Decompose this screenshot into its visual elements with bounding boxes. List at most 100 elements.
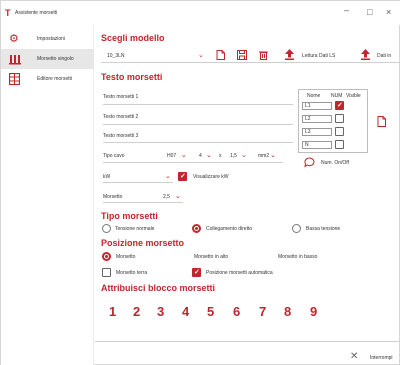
table-header: NUM — [331, 93, 343, 99]
chevron-down-icon[interactable]: ⌄ — [165, 173, 171, 180]
divider — [103, 162, 283, 163]
type-radio-label: Bassa tensione — [306, 226, 341, 232]
table-row-name[interactable]: L1 — [302, 102, 332, 110]
table-row-checkbox[interactable] — [335, 127, 344, 136]
block-number-button[interactable]: 7 — [259, 304, 266, 319]
table-row-checkbox[interactable] — [335, 140, 344, 149]
table-row-name[interactable]: N — [302, 141, 332, 149]
block-number-button[interactable]: 1 — [109, 304, 116, 319]
chevron-down-icon[interactable]: ⌄ — [181, 152, 187, 159]
minimize-button[interactable]: – — [344, 5, 349, 15]
input-underline — [103, 142, 293, 143]
chevron-down-icon[interactable]: ⌄ — [241, 152, 247, 159]
upload-icon[interactable] — [361, 49, 370, 62]
cable-section-select[interactable]: 1,5 — [230, 153, 237, 159]
divider — [101, 62, 400, 63]
app-logo-icon: T — [5, 8, 11, 18]
position-bottom-option[interactable]: Morsetto in basso — [278, 254, 317, 260]
chevron-down-icon[interactable]: ⌄ — [198, 52, 204, 59]
main-panel: Scegli modello 10_3LN ⌄ Lettura Dati LS … — [95, 25, 400, 365]
cable-count-select[interactable]: 4 — [199, 153, 202, 159]
model-select[interactable]: 10_3LN — [107, 53, 125, 59]
block-number-button[interactable]: 5 — [207, 304, 214, 319]
chat-bubble-icon[interactable] — [304, 157, 315, 169]
table-row-checkbox[interactable] — [335, 114, 344, 123]
save-icon[interactable] — [237, 50, 247, 62]
cable-type-label: Tipo cavo — [103, 153, 125, 159]
table-row-checkbox[interactable] — [335, 101, 344, 110]
table-row-name[interactable]: L2 — [302, 115, 332, 123]
auto-position-label: Posizione morsetti automatica — [206, 270, 273, 276]
terminal-icon — [9, 53, 21, 68]
sidebar: ⚙ Impostazioni Morsetto singolo Editore … — [1, 25, 94, 365]
gear-icon: ⚙ — [9, 33, 19, 45]
ground-terminal-label: Morsetto terra — [116, 270, 148, 276]
title-bar: T Assistente morsetti – □ × — [1, 1, 400, 25]
input-underline — [103, 124, 293, 125]
model-heading: Scegli modello — [101, 33, 165, 43]
sidebar-item-settings[interactable]: ⚙ Impostazioni — [1, 29, 94, 49]
divider — [103, 182, 173, 183]
type-radio-label: Collegamento diretto — [206, 226, 253, 232]
app-window: T Assistente morsetti – □ × ⚙ Impostazio… — [0, 0, 400, 365]
data-in-label[interactable]: Dati in — [377, 53, 391, 59]
sidebar-item-label: Impostazioni — [37, 36, 66, 42]
cancel-button[interactable]: Interrompi — [370, 355, 393, 361]
power-unit-select[interactable]: kW — [103, 174, 110, 180]
show-kw-checkbox[interactable] — [178, 172, 187, 181]
table-header: Visible — [346, 93, 361, 99]
type-radio-low-voltage[interactable] — [292, 224, 301, 233]
sidebar-item-label: Morsetto singolo — [37, 56, 74, 62]
block-number-button[interactable]: 8 — [284, 304, 291, 319]
position-heading: Posizione morsetto — [101, 238, 185, 248]
block-number-button[interactable]: 9 — [310, 304, 317, 319]
block-number-button[interactable]: 6 — [233, 304, 240, 319]
input-underline — [103, 104, 293, 105]
close-button[interactable]: × — [386, 7, 391, 17]
type-radio-normal[interactable] — [102, 224, 111, 233]
position-top-option[interactable]: Morsetto in alto — [194, 254, 228, 260]
delete-icon[interactable] — [259, 50, 268, 62]
cable-x-label: x — [219, 153, 222, 159]
type-radio-direct[interactable] — [192, 224, 201, 233]
window-title: Assistente morsetti — [15, 10, 58, 16]
terminal-size-label: Morsetto — [103, 194, 123, 200]
show-kw-label: Visualizzare kW — [193, 174, 229, 180]
attributes-heading: Attribuisci blocco morsetti — [101, 283, 216, 293]
chevron-down-icon[interactable]: ⌄ — [270, 152, 276, 159]
grid-icon — [8, 72, 21, 88]
block-number-button[interactable]: 4 — [182, 304, 189, 319]
type-radio-label: Tensione normale — [115, 226, 155, 232]
position-radio-terminal[interactable] — [102, 252, 111, 261]
table-header: Nome — [307, 93, 321, 99]
terminal-table: Nome NUM Visible L1 L2 L3 N — [298, 89, 368, 153]
terminal-size-select[interactable]: 2,5 — [163, 194, 170, 200]
upload-icon[interactable] — [285, 49, 294, 62]
footer-divider — [95, 341, 400, 342]
sidebar-item-label: Editore morsetti — [37, 76, 73, 82]
cable-type-select[interactable]: H07 — [167, 153, 176, 159]
text-line-2[interactable]: Testo morsetti 2 — [103, 114, 138, 120]
text-line-1[interactable]: Testo morsetti 1 — [103, 94, 138, 100]
block-number-button[interactable]: 2 — [133, 304, 140, 319]
close-icon[interactable]: ✕ — [350, 352, 358, 362]
auto-position-checkbox[interactable] — [192, 268, 201, 277]
block-number-button[interactable]: 3 — [157, 304, 164, 319]
cable-unit-select[interactable]: mm2 — [258, 153, 269, 159]
ground-terminal-checkbox[interactable] — [102, 268, 111, 277]
sidebar-item-single-terminal[interactable]: Morsetto singolo — [1, 49, 94, 69]
chevron-down-icon[interactable]: ⌄ — [175, 193, 181, 200]
new-file-icon[interactable] — [216, 50, 225, 62]
chevron-down-icon[interactable]: ⌄ — [206, 152, 212, 159]
num-onoff-label: Num. On/Off — [321, 160, 349, 166]
table-row-name[interactable]: L3 — [302, 128, 332, 136]
sidebar-item-terminal-editor[interactable]: Editore morsetti — [1, 69, 94, 89]
position-radio-label: Morsetto — [116, 254, 136, 260]
copy-file-icon[interactable] — [377, 116, 386, 129]
text-heading: Testo morsetti — [101, 72, 163, 82]
text-line-3[interactable]: Testo morsetti 3 — [103, 133, 138, 139]
type-heading: Tipo morsetti — [101, 211, 158, 221]
read-data-label[interactable]: Lettura Dati LS — [302, 53, 335, 59]
maximize-button[interactable]: □ — [367, 7, 372, 17]
divider — [103, 202, 183, 203]
